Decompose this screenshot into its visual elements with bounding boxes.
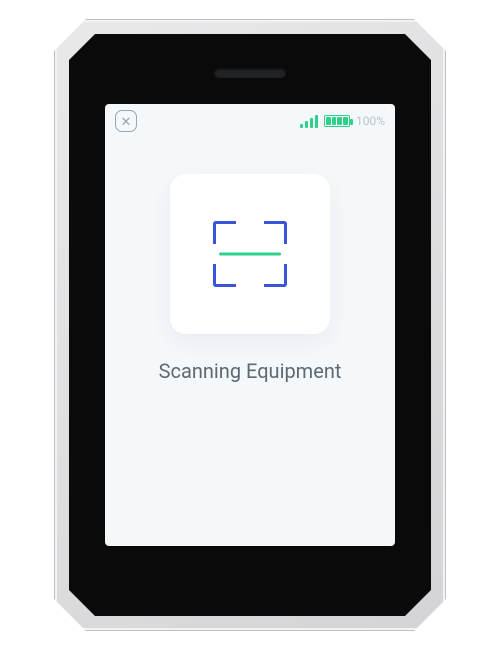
battery-icon — [324, 115, 350, 127]
scan-line — [219, 253, 281, 256]
close-button[interactable]: ✕ — [115, 110, 137, 132]
close-icon: ✕ — [121, 115, 132, 128]
device-chassis: ✕ 100% — [54, 19, 446, 631]
device-bezel: ✕ 100% — [69, 34, 431, 616]
status-bar: ✕ 100% — [105, 104, 395, 138]
page-title: Scanning Equipment — [105, 359, 395, 383]
scan-reticle-icon — [213, 221, 287, 287]
scan-card — [170, 174, 330, 334]
battery-percent: 100% — [356, 114, 385, 128]
speaker-grille — [214, 68, 286, 78]
signal-icon — [300, 114, 318, 128]
screen: ✕ 100% — [105, 104, 395, 546]
status-right: 100% — [300, 114, 385, 128]
